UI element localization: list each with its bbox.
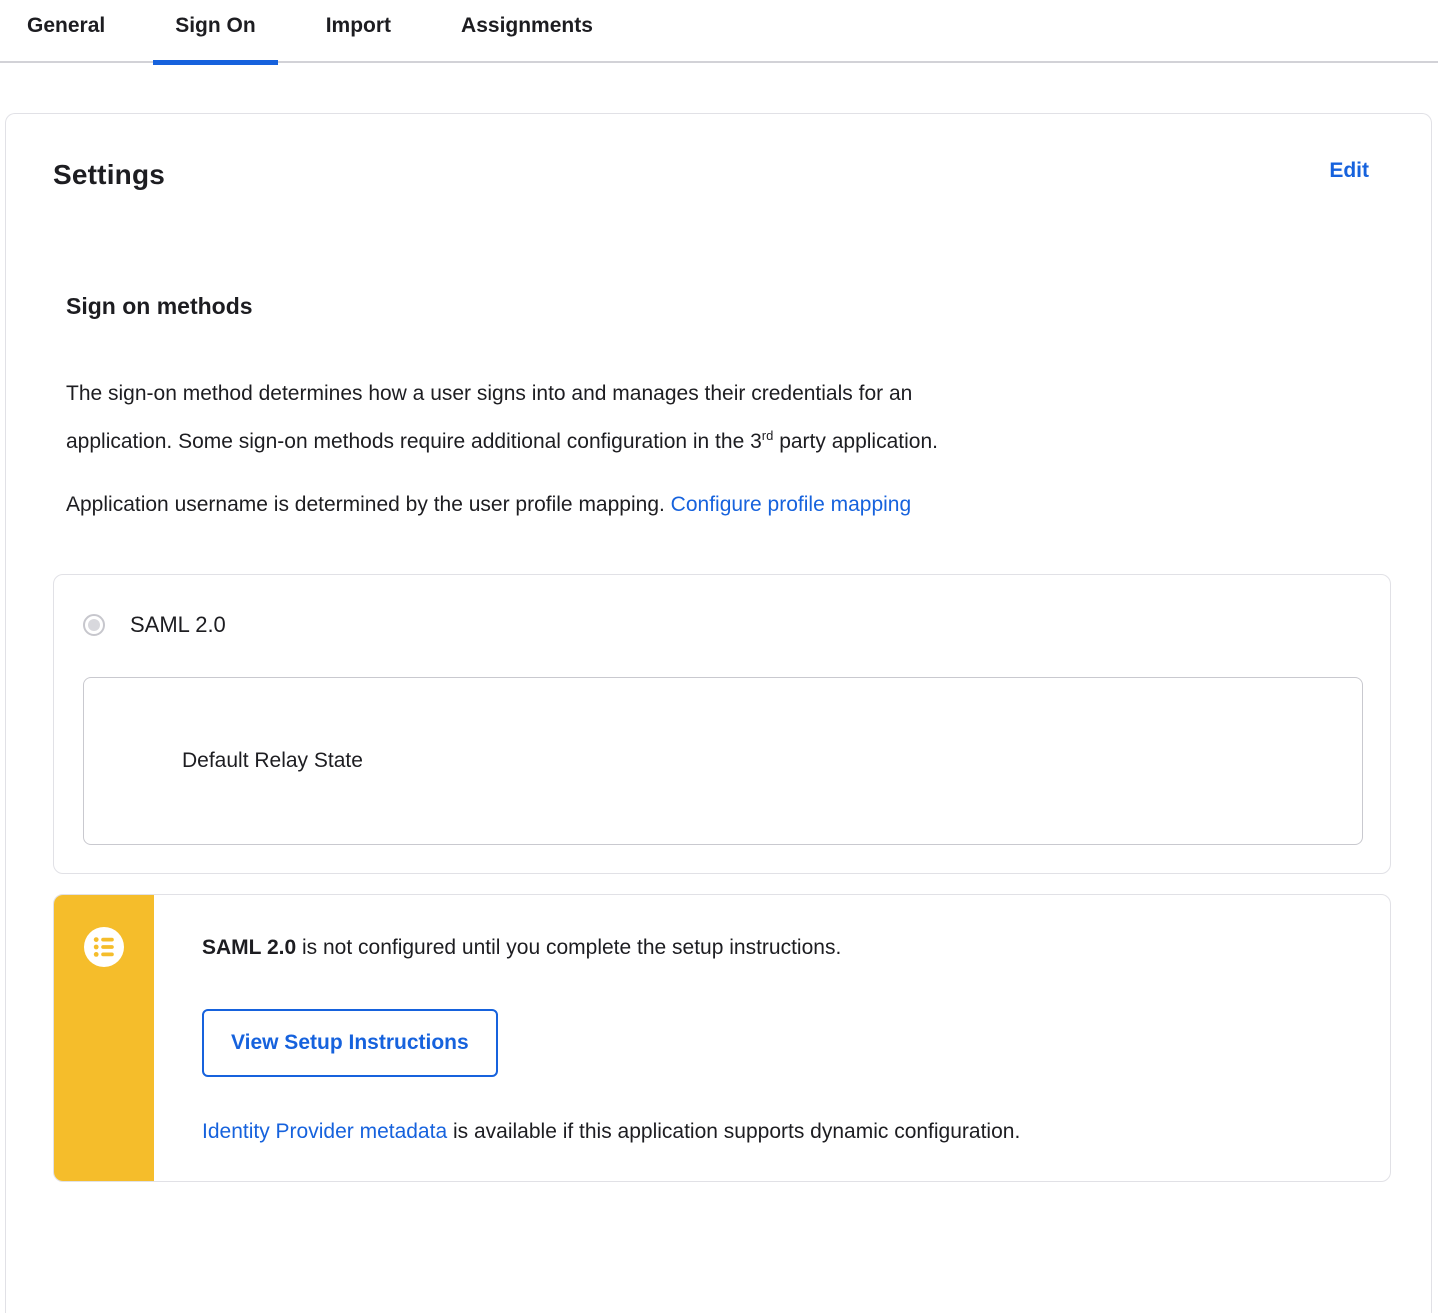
default-relay-state-box: Default Relay State [83, 677, 1363, 845]
tab-sign-on[interactable]: Sign On [153, 0, 278, 65]
configure-profile-mapping-link[interactable]: Configure profile mapping [671, 493, 911, 516]
username-mapping-description: Application username is determined by th… [66, 493, 912, 516]
description-line-2: application. Some sign-on methods requir… [66, 428, 938, 453]
saml-radio-label: SAML 2.0 [130, 612, 226, 637]
settings-title: Settings [53, 159, 166, 190]
saml-radio-button[interactable] [83, 614, 105, 636]
saml-not-configured-callout: SAML 2.0 is not configured until you com… [53, 894, 1391, 1182]
app-tab-bar: General Sign On Import Assignments [0, 0, 1438, 65]
callout-message: SAML 2.0 is not configured until you com… [202, 936, 842, 959]
edit-link[interactable]: Edit [1329, 159, 1369, 183]
bulleted-list-icon [84, 927, 124, 967]
tab-general[interactable]: General [5, 0, 127, 63]
callout-body: SAML 2.0 is not configured until you com… [202, 895, 1390, 1145]
sign-on-method-description: The sign-on method determines how a user… [66, 370, 1301, 466]
tab-assignments[interactable]: Assignments [439, 0, 615, 63]
view-setup-instructions-button[interactable]: View Setup Instructions [202, 1009, 498, 1077]
settings-card: Settings Edit Sign on methods The sign-o… [5, 113, 1432, 1313]
ordinal-superscript: rd [761, 428, 774, 443]
default-relay-state-label: Default Relay State [182, 749, 363, 772]
sign-on-methods-title: Sign on methods [66, 293, 253, 319]
metadata-note: Identity Provider metadata is available … [202, 1120, 1021, 1143]
saml-radio-row: SAML 2.0 [83, 612, 1363, 637]
tab-import[interactable]: Import [304, 0, 413, 63]
description-line-1: The sign-on method determines how a user… [66, 382, 913, 405]
identity-provider-metadata-link[interactable]: Identity Provider metadata [202, 1120, 447, 1143]
saml-method-box: SAML 2.0 Default Relay State [53, 574, 1391, 874]
sign-on-methods-section: Sign on methods The sign-on method deter… [6, 293, 1431, 518]
settings-card-header: Settings Edit [6, 114, 1431, 191]
